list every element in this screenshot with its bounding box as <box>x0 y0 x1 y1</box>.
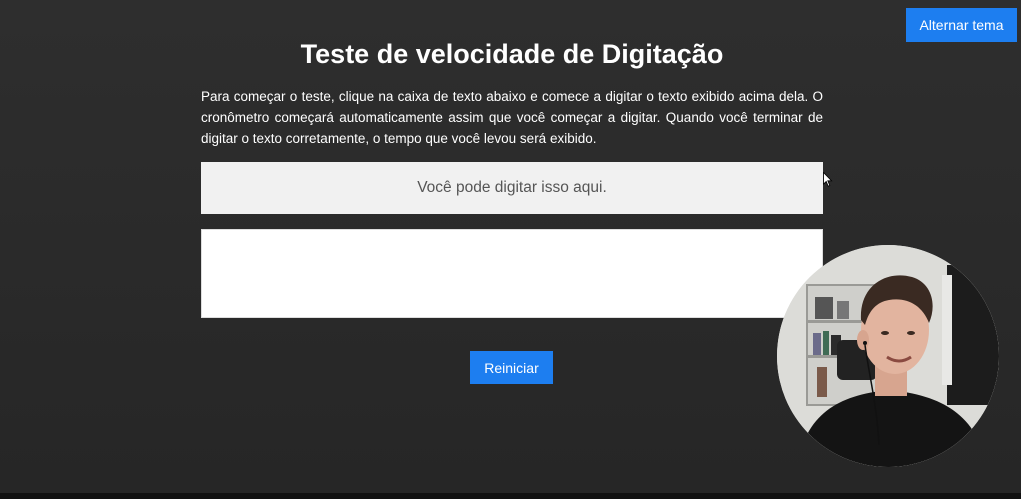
typing-input[interactable] <box>201 229 823 318</box>
prompt-text-box: Você pode digitar isso aqui. <box>201 162 823 214</box>
page-title: Teste de velocidade de Digitação <box>300 39 724 69</box>
bottom-edge <box>0 493 1021 499</box>
toggle-theme-button[interactable]: Alternar tema <box>906 8 1017 42</box>
prompt-text: Você pode digitar isso aqui. <box>417 179 607 196</box>
instructions-text: Para começar o teste, clique na caixa de… <box>201 89 823 146</box>
mouse-pointer-icon <box>823 172 833 187</box>
webcam-overlay <box>777 245 999 467</box>
webcam-feed-image <box>777 245 999 467</box>
restart-button[interactable]: Reiniciar <box>470 351 553 384</box>
